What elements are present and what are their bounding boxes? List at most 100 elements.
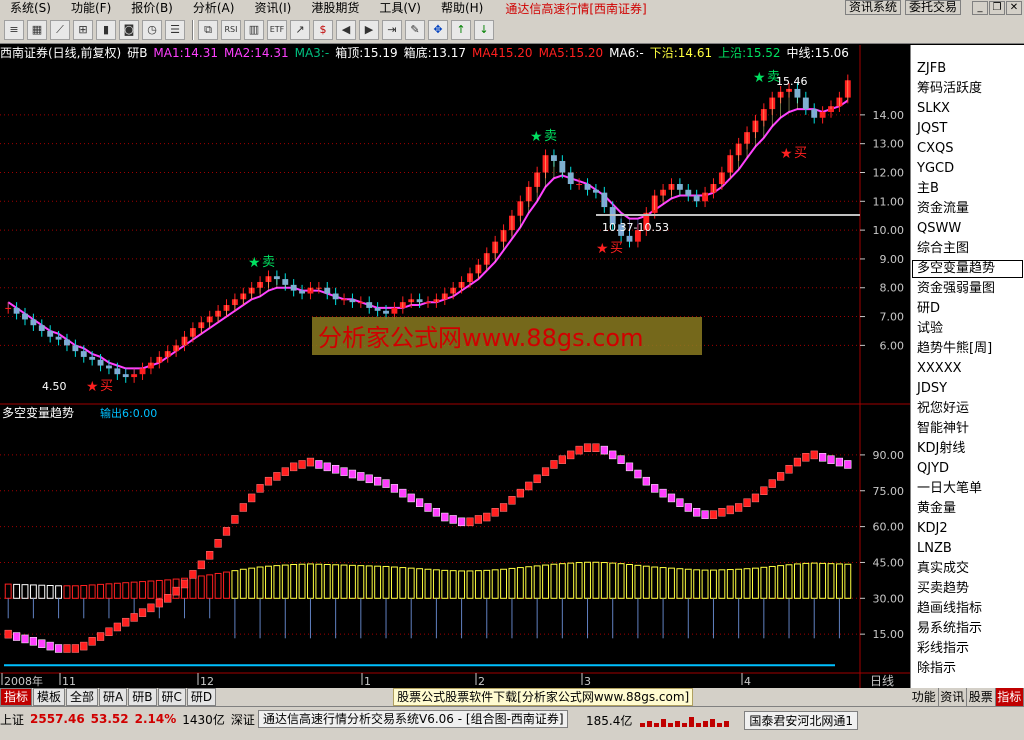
briefcase-icon[interactable]: ◙ (119, 19, 139, 40)
sidebar-item[interactable]: QSWW (911, 219, 1024, 239)
info-system-button[interactable]: 资讯系统 (845, 0, 902, 15)
sidebar-tab-info[interactable]: 资讯 (939, 688, 967, 706)
menu-system[interactable]: 系统(S) (0, 0, 61, 16)
trade-button[interactable]: 委托交易 (905, 0, 962, 15)
sidebar-item[interactable]: 除指示 (911, 659, 1024, 679)
chart-svg[interactable]: 14.00 13.00 12.00 11.00 10.00 9.00 8.00 7.00 6.0… (0, 45, 910, 688)
info-field: MA3:- (294, 46, 330, 60)
multi-chart-icon[interactable]: ⧉ (198, 19, 218, 40)
trend-block (88, 637, 96, 646)
tab-indicator[interactable]: 指标 (0, 688, 33, 706)
sidebar-item[interactable]: 黄金量 (911, 499, 1024, 519)
taskbar-window-button[interactable]: 通达信高速行情分析交易系统V6.06 - [组合图-西南证券] (258, 710, 568, 728)
candle-body (559, 160, 566, 173)
info-field: 中线:15.06 (786, 46, 849, 60)
sidebar-item[interactable]: QJYD (911, 459, 1024, 479)
trend-block (332, 464, 340, 474)
indicator-output: 输出6:0.00 (100, 406, 157, 420)
sidebar-item[interactable]: 研D (911, 299, 1024, 319)
sidebar-item[interactable]: SLKX (911, 99, 1024, 119)
volume-bar (743, 568, 751, 599)
trend-icon[interactable]: ↗ (290, 19, 310, 40)
tab-yan-b[interactable]: 研B (128, 688, 157, 706)
sidebar-item[interactable]: KDJ2 (911, 519, 1024, 539)
rsi-icon[interactable]: RSI (221, 19, 241, 40)
sidebar-item[interactable]: XXXXX (911, 359, 1024, 379)
list-icon[interactable]: ☰ (165, 19, 185, 40)
minimize-icon[interactable]: _ (972, 1, 988, 15)
kline-icon[interactable]: ▮ (96, 19, 116, 40)
trend-block (802, 453, 810, 462)
sh-amount: 1430亿 (182, 712, 225, 727)
sidebar-item[interactable]: 一日大笔单 (911, 479, 1024, 499)
sidebar-item[interactable]: 祝您好运 (911, 399, 1024, 419)
sidebar-item[interactable]: 彩线指示 (911, 639, 1024, 659)
sidebar-item[interactable]: 筹码活跃度 (911, 79, 1024, 99)
tab-yan-c[interactable]: 研C (157, 688, 186, 706)
menu-analysis[interactable]: 分析(A) (183, 0, 245, 16)
menu-hk-futures[interactable]: 港股期货 (301, 0, 369, 16)
sidebar-item[interactable]: 资金强弱量图 (911, 279, 1024, 299)
table-icon[interactable]: ▦ (27, 19, 47, 40)
up-arrow-icon[interactable]: ↑ (451, 19, 471, 40)
broker-label[interactable]: 国泰君安河北网通1 (744, 711, 858, 730)
sidebar-item[interactable]: 买卖趋势 (911, 579, 1024, 599)
tab-template[interactable]: 模板 (33, 688, 66, 706)
download-banner[interactable]: 股票公式股票软件下载[分析家公式网www.88gs.com] (393, 688, 694, 706)
sidebar-item[interactable]: CXQS (911, 139, 1024, 159)
move-icon[interactable]: ✥ (428, 19, 448, 40)
sidebar-item[interactable]: YGCD (911, 159, 1024, 179)
forward-icon[interactable]: ▶ (359, 19, 379, 40)
menu-info[interactable]: 资讯(I) (244, 0, 301, 16)
sell-signal-label: 卖 (262, 255, 275, 270)
dollar-icon[interactable]: $ (313, 19, 333, 40)
sidebar-item[interactable]: LNZB (911, 539, 1024, 559)
sidebar-item[interactable]: ZJFB (911, 59, 1024, 79)
menu-help[interactable]: 帮助(H) (431, 0, 493, 16)
volume-bar (835, 563, 843, 599)
tab-yan-a[interactable]: 研A (99, 688, 128, 706)
sidebar-item[interactable]: 易系统指示 (911, 619, 1024, 639)
menu-tools[interactable]: 工具(V) (369, 0, 431, 16)
bar-icon[interactable]: ▥ (244, 19, 264, 40)
restore-icon[interactable]: ❐ (989, 1, 1005, 15)
info-fields: MA1:14.31 MA2:14.31 MA3:- 箱顶:15.19 箱底:13.17 M… (153, 45, 855, 61)
line-icon[interactable]: ⟋ (50, 19, 70, 40)
export-icon[interactable]: ⇥ (382, 19, 402, 40)
tab-yan-d[interactable]: 研D (186, 688, 217, 706)
grid-icon[interactable]: ⊞ (73, 19, 93, 40)
sidebar-item[interactable]: KDJ射线 (911, 439, 1024, 459)
menu-icon[interactable]: ≡ (4, 19, 24, 40)
sell-signal-label: 卖 (544, 129, 557, 144)
clock-icon[interactable]: ◷ (142, 19, 162, 40)
sidebar-item[interactable]: 真实成交 (911, 559, 1024, 579)
sidebar-tab-stock[interactable]: 股票 (967, 688, 996, 706)
sidebar-item[interactable]: 主B (911, 179, 1024, 199)
pen-icon[interactable]: ✎ (405, 19, 425, 40)
sidebar-item[interactable]: 智能神针 (911, 419, 1024, 439)
sidebar-item[interactable]: 资金流量 (911, 199, 1024, 219)
sidebar-item[interactable]: JQST (911, 119, 1024, 139)
sidebar-item[interactable]: 综合主图 (911, 239, 1024, 259)
sidebar-item[interactable]: 趋画线指标 (911, 599, 1024, 619)
buy-signal-star: ★ (780, 146, 793, 162)
sidebar-item[interactable]: JDSY (911, 379, 1024, 399)
volume-bar (21, 584, 29, 599)
tab-all[interactable]: 全部 (66, 688, 99, 706)
trend-block (248, 493, 256, 503)
sidebar-tab-indicator[interactable]: 指标 (995, 688, 1024, 706)
etf-icon[interactable]: ETF (267, 19, 287, 40)
sidebar-item[interactable]: 多空变量趋势 (911, 259, 1024, 279)
volume-bar (458, 570, 466, 599)
sidebar-item[interactable]: 趋势牛熊[周] (911, 339, 1024, 359)
chart-area[interactable]: 西南证券(日线,前复权) 研B MA1:14.31 MA2:14.31 MA3:- 箱… (0, 45, 910, 688)
sidebar-item[interactable]: 试验 (911, 319, 1024, 339)
back-icon[interactable]: ◀ (336, 19, 356, 40)
volume-bar (474, 570, 482, 599)
menu-quote[interactable]: 报价(B) (121, 0, 183, 16)
sidebar-tab-function[interactable]: 功能 (910, 688, 939, 706)
trend-block (634, 469, 642, 479)
menu-function[interactable]: 功能(F) (61, 0, 121, 16)
down-arrow-icon[interactable]: ↓ (474, 19, 494, 40)
close-icon[interactable]: ✕ (1006, 1, 1022, 15)
